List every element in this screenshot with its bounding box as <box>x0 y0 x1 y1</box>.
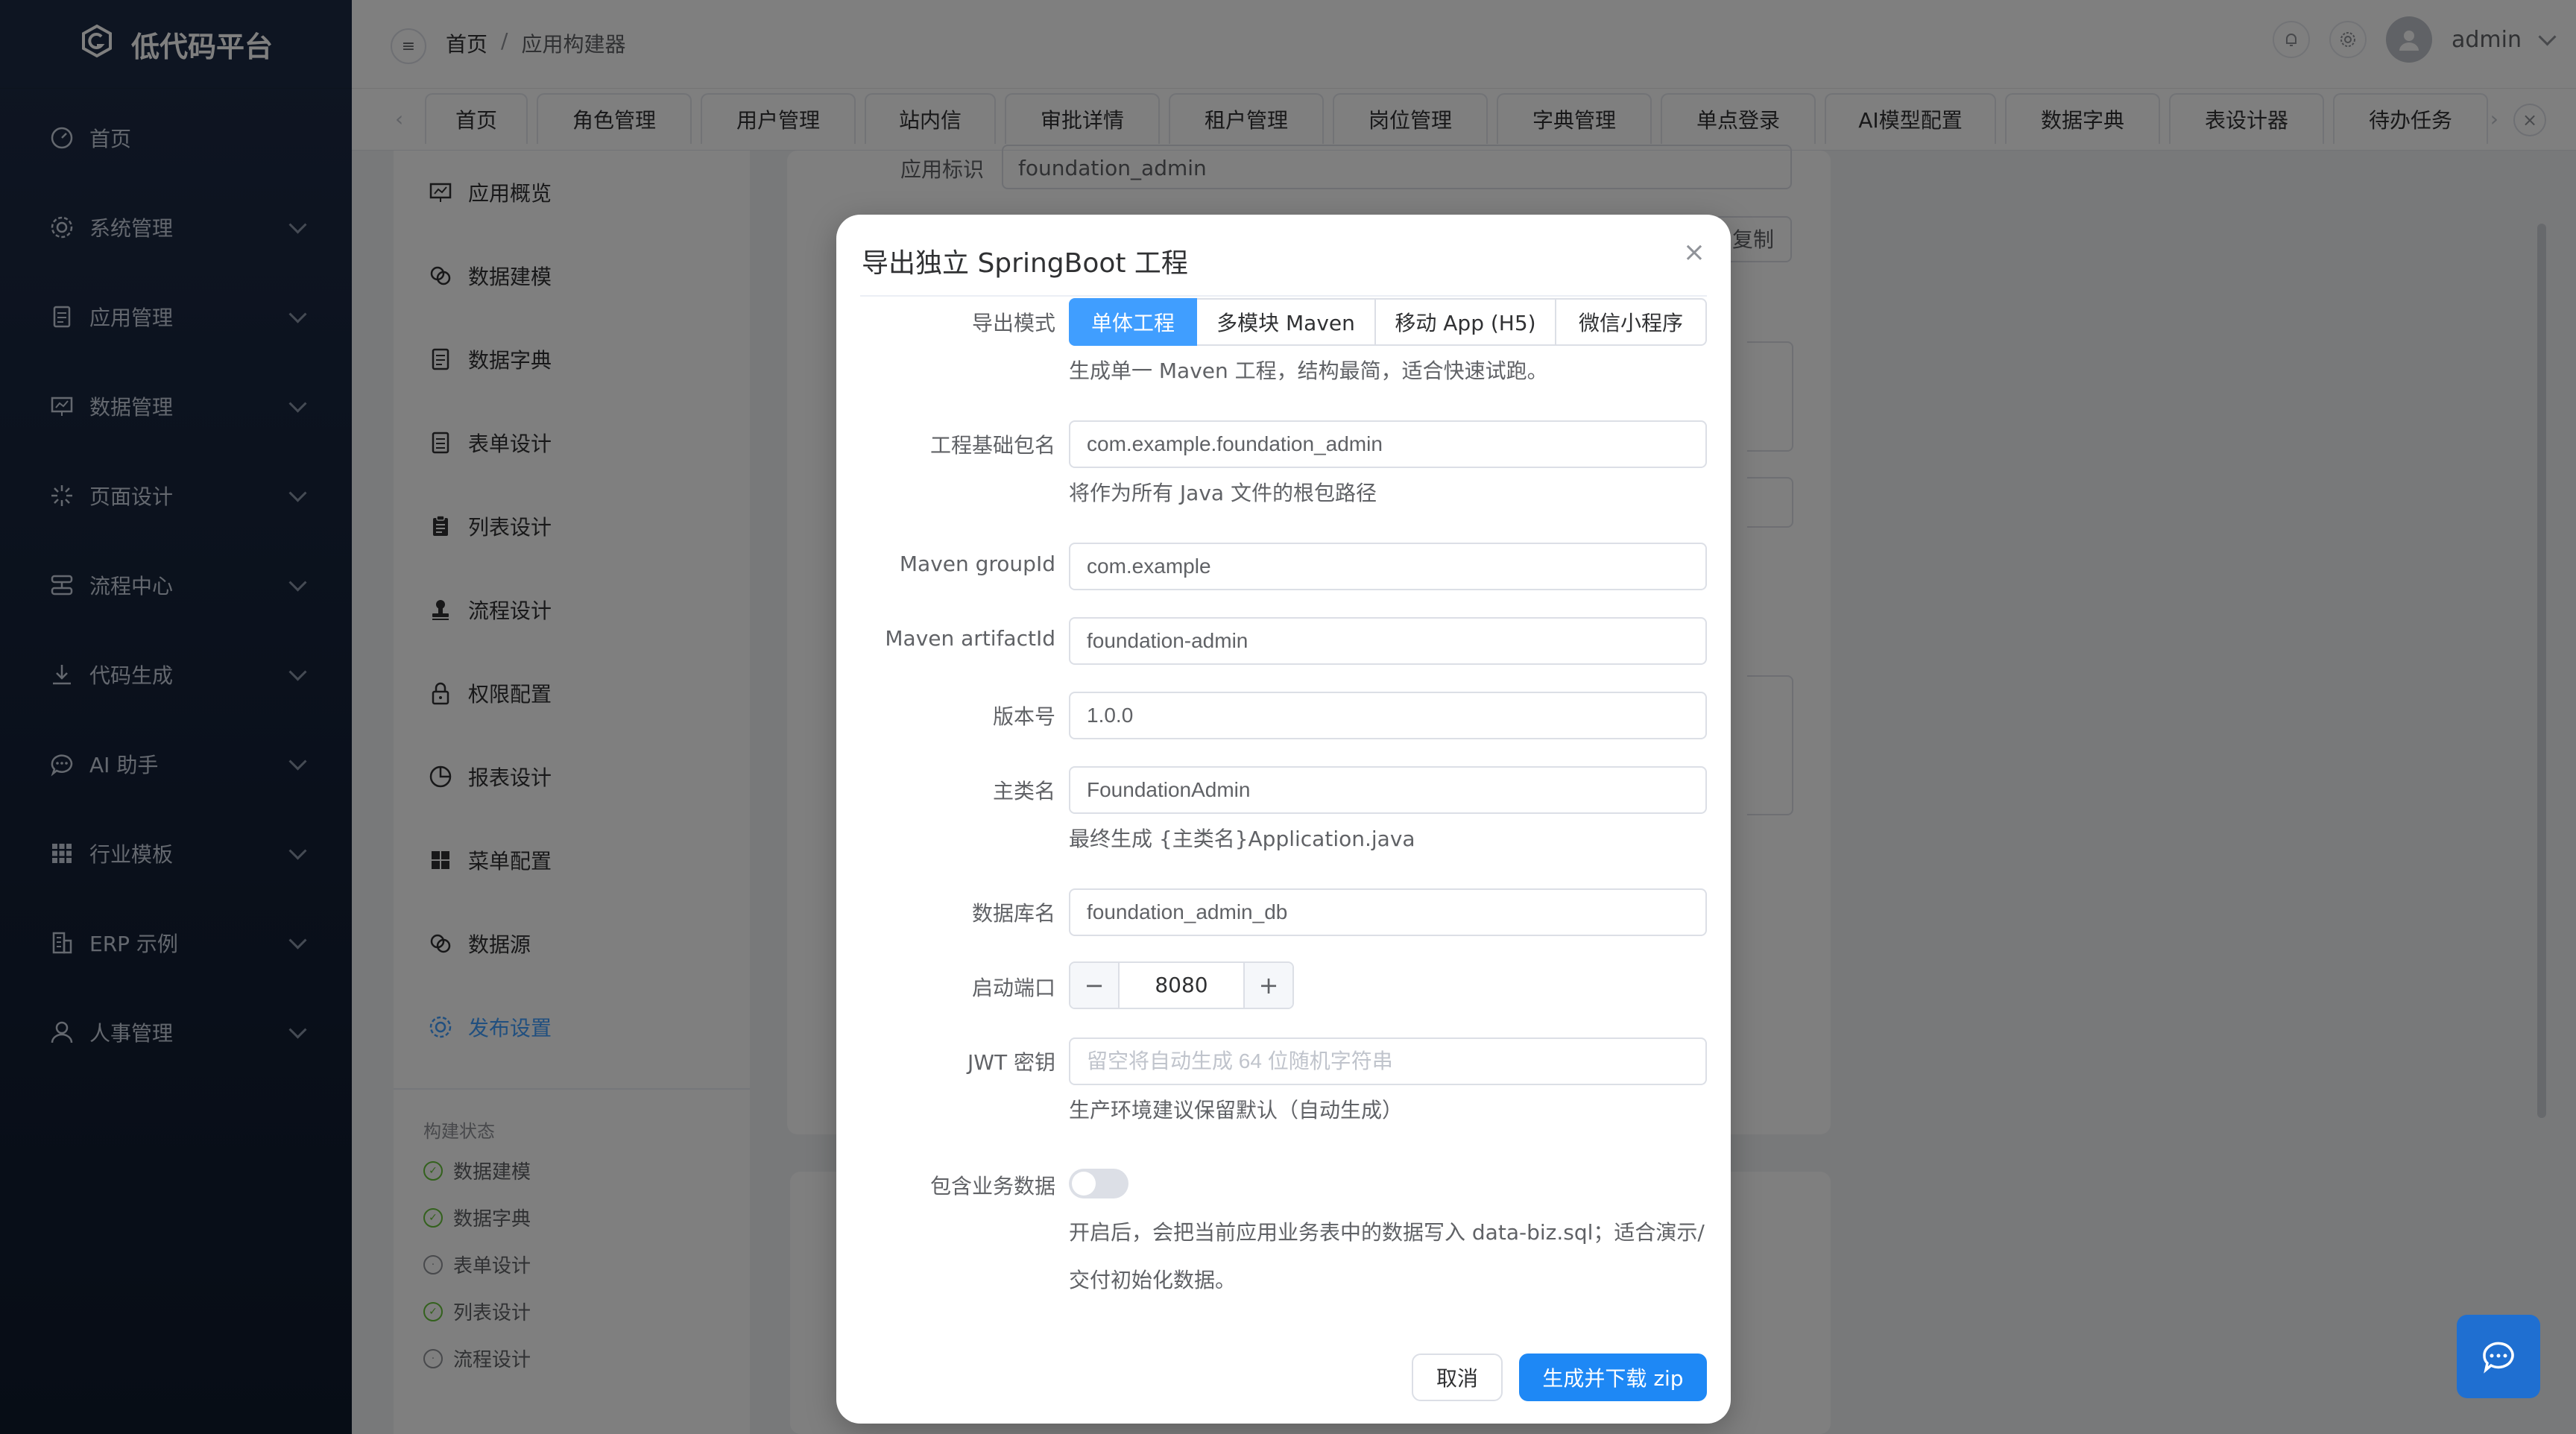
biz-data-help-line1: 开启后，会把当前应用业务表中的数据写入 data-biz.sql；适合演示/ <box>1069 1220 1705 1245</box>
port-label: 启动端口 <box>971 976 1055 1000</box>
export-springboot-dialog: 导出独立 SpringBoot 工程 × 导出模式 单体工程 多模块 Maven… <box>836 215 1731 1424</box>
export-mode-monolith[interactable]: 单体工程 <box>1069 298 1197 346</box>
biz-data-help-line2: 交付初始化数据。 <box>1069 1268 1237 1292</box>
group-id-input[interactable] <box>1069 543 1707 590</box>
dialog-divider <box>860 295 1707 297</box>
increment-button[interactable]: + <box>1243 963 1292 1008</box>
biz-data-label: 包含业务数据 <box>929 1174 1055 1198</box>
chat-icon <box>2483 1342 2514 1374</box>
main-class-label: 主类名 <box>992 779 1055 803</box>
export-mode-miniprogram[interactable]: 微信小程序 <box>1556 298 1707 346</box>
generate-download-button[interactable]: 生成并下载 zip <box>1519 1354 1707 1401</box>
biz-data-toggle[interactable] <box>1069 1169 1128 1198</box>
jwt-help: 生产环境建议保留默认（自动生成） <box>1069 1098 1404 1122</box>
export-mode-label: 导出模式 <box>971 311 1055 335</box>
base-package-help: 将作为所有 Java 文件的根包路径 <box>1069 481 1377 505</box>
export-mode-multimodule[interactable]: 多模块 Maven <box>1197 298 1376 346</box>
jwt-secret-input[interactable] <box>1069 1037 1707 1085</box>
base-package-label: 工程基础包名 <box>929 433 1055 458</box>
export-mode-mobile[interactable]: 移动 App (H5) <box>1376 298 1556 346</box>
version-input[interactable] <box>1069 692 1707 739</box>
main-class-input[interactable] <box>1069 766 1707 814</box>
db-name-label: 数据库名 <box>971 901 1055 926</box>
close-icon[interactable]: × <box>1683 237 1705 268</box>
db-name-input[interactable] <box>1069 888 1707 936</box>
cancel-button[interactable]: 取消 <box>1412 1354 1503 1401</box>
port-stepper: − 8080 + <box>1069 961 1294 1009</box>
artifact-id-input[interactable] <box>1069 617 1707 665</box>
export-mode-selector: 单体工程 多模块 Maven 移动 App (H5) 微信小程序 <box>1069 298 1707 346</box>
artifact-id-label: Maven artifactId <box>885 626 1055 651</box>
port-value[interactable]: 8080 <box>1120 963 1243 1008</box>
chat-assistant-button[interactable] <box>2457 1315 2540 1398</box>
main-class-help: 最终生成 {主类名}Application.java <box>1069 827 1415 851</box>
version-label: 版本号 <box>992 704 1055 729</box>
base-package-input[interactable] <box>1069 420 1707 468</box>
toggle-knob <box>1072 1172 1096 1195</box>
decrement-button[interactable]: − <box>1070 963 1120 1008</box>
group-id-label: Maven groupId <box>899 552 1055 576</box>
dialog-title: 导出独立 SpringBoot 工程 <box>862 248 1188 279</box>
jwt-label: JWT 密钥 <box>967 1050 1055 1075</box>
export-mode-help: 生成单一 Maven 工程，结构最简，适合快速试跑。 <box>1069 358 1548 383</box>
